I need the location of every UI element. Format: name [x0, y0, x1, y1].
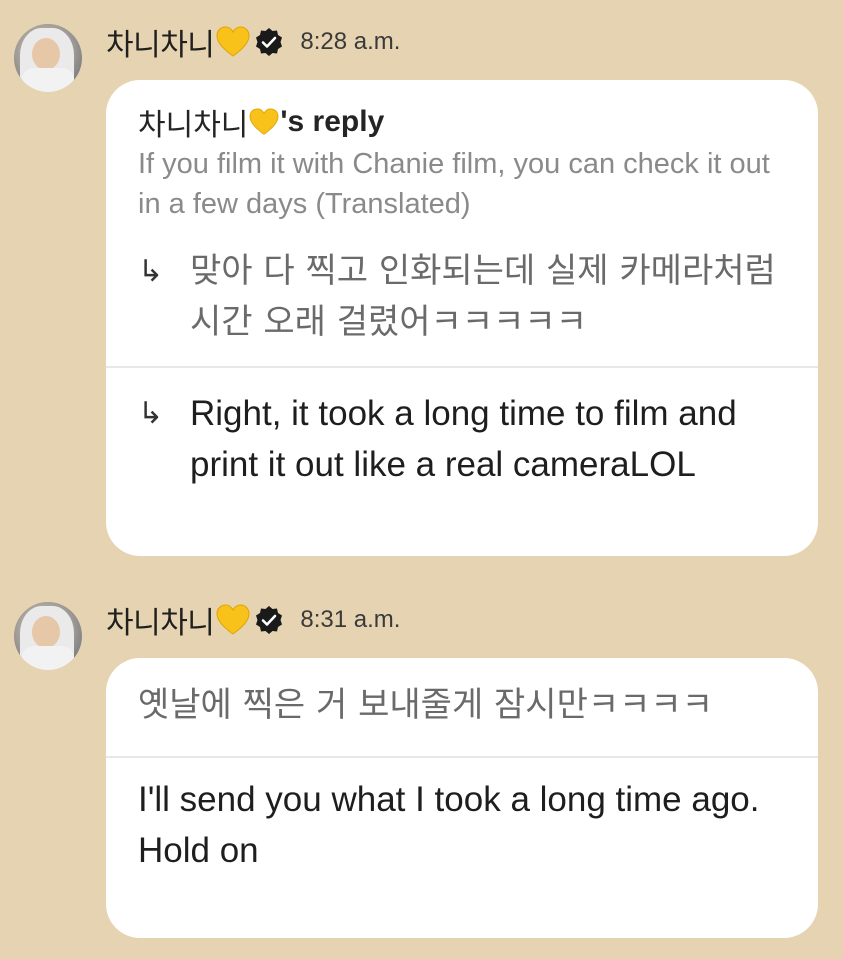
translated-text: I'll send you what I took a long time ag…: [138, 780, 760, 870]
original-text-section: ↳ 맞아 다 찍고 인화되는데 실제 카메라처럼 시간 오래 걸렸어ㅋㅋㅋㅋㅋ: [106, 224, 818, 366]
yellow-heart-icon: [249, 108, 279, 135]
original-text: 맞아 다 찍고 인화되는데 실제 카메라처럼 시간 오래 걸렸어ㅋㅋㅋㅋㅋ: [190, 251, 776, 342]
sender-name: 차니차니: [106, 28, 215, 63]
message-header: 차니차니 8:28 a.m.: [106, 22, 401, 63]
sender-name: 차니차니: [106, 606, 215, 641]
reply-arrow-icon: ↳: [138, 396, 164, 431]
reply-title: 차니차니 's reply: [138, 102, 788, 143]
yellow-heart-icon: [216, 26, 250, 57]
verified-badge-icon: [256, 606, 283, 634]
message-bubble[interactable]: 옛날에 찍은 거 보내줄게 잠시만ㅋㅋㅋㅋ I'll send you what…: [106, 658, 818, 938]
original-text: 옛날에 찍은 거 보내줄게 잠시만ㅋㅋㅋㅋ: [138, 685, 713, 725]
avatar[interactable]: [14, 602, 82, 670]
avatar[interactable]: [14, 24, 82, 92]
reply-title-suffix: 's reply: [280, 105, 385, 138]
translated-text: Right, it took a long time to film and p…: [190, 394, 737, 484]
reply-text: If you film it with Chanie film, you can…: [138, 148, 770, 220]
reply-title-name: 차니차니: [138, 108, 249, 143]
verified-badge-icon: [256, 28, 283, 56]
timestamp: 8:31 a.m.: [300, 606, 401, 633]
yellow-heart-icon: [216, 604, 250, 635]
message-bubble[interactable]: 차니차니 's reply If you film it with Chanie…: [106, 80, 818, 556]
translation-section: ↳ Right, it took a long time to film and…: [106, 368, 818, 490]
reply-arrow-icon: ↳: [138, 254, 164, 289]
message-header: 차니차니 8:31 a.m.: [106, 600, 401, 641]
timestamp: 8:28 a.m.: [300, 28, 401, 55]
reply-quote[interactable]: 차니차니 's reply If you film it with Chanie…: [106, 80, 818, 224]
